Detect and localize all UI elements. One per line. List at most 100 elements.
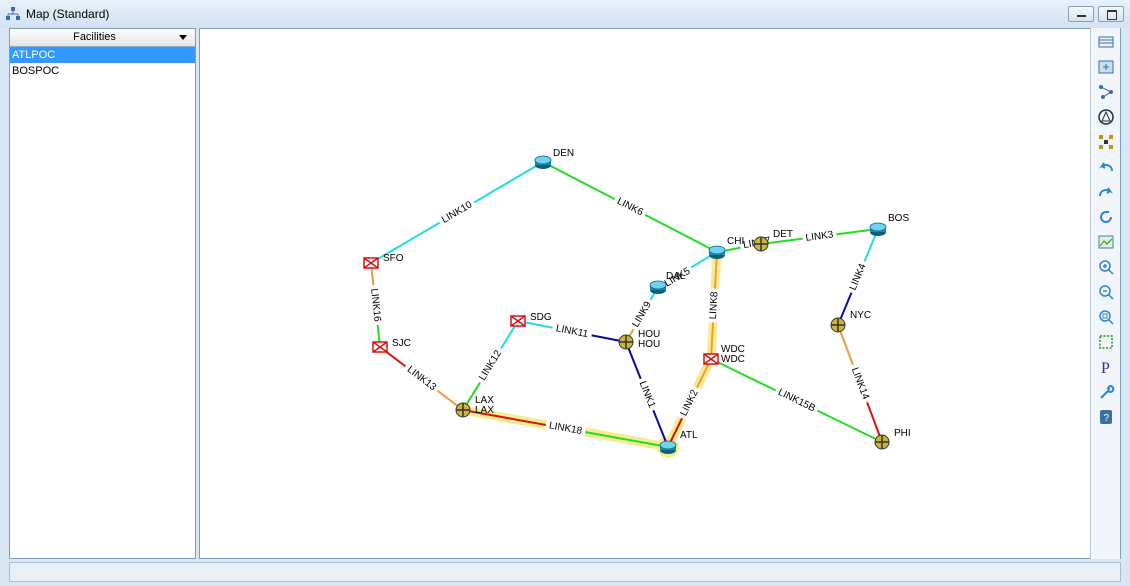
facilities-dropdown[interactable]: Facilities <box>10 29 195 47</box>
link-label: LINK10 <box>436 197 478 228</box>
zoom-in-button[interactable] <box>1097 258 1115 276</box>
map-image-button[interactable] <box>1097 233 1115 251</box>
link-label: LINK3 <box>801 228 838 245</box>
window-title: Map (Standard) <box>26 7 110 21</box>
node-label: ATL <box>680 430 698 441</box>
node-label: DAL <box>666 271 686 282</box>
redo-button[interactable] <box>1097 183 1115 201</box>
node-den[interactable]: DEN <box>534 148 574 169</box>
maximize-button[interactable] <box>1098 6 1124 22</box>
map-window: Map (Standard) Facilities ATLPOC BOSPOC L… <box>0 0 1130 586</box>
link-label-text: LINK2 <box>679 388 701 418</box>
maximize-icon <box>1107 10 1117 20</box>
node-nyc[interactable]: NYC <box>830 310 871 333</box>
node-phi[interactable]: PHI <box>874 428 911 450</box>
zoom-out-icon <box>1099 285 1114 300</box>
node-lax[interactable]: LAXLAX <box>455 395 494 418</box>
status-bar <box>9 562 1121 582</box>
map-canvas[interactable]: LINK10 LINK6 LINK16 LINK13 LINK12 LINK18 LINK1… <box>199 28 1121 559</box>
node-layout-button[interactable] <box>1097 108 1115 126</box>
link-label-text: LINK9 <box>630 299 654 329</box>
help-icon: ? <box>1100 410 1112 424</box>
grid-icon <box>1098 36 1114 48</box>
refresh-button[interactable] <box>1097 208 1115 226</box>
node-atl[interactable]: ATL <box>659 430 698 454</box>
facilities-list: ATLPOC BOSPOC <box>10 47 195 79</box>
zoom-in-icon <box>1099 260 1114 275</box>
link-label: LINK11 <box>551 321 593 342</box>
link-label-text: LINK12 <box>477 348 504 383</box>
link-label: LINK4 <box>845 259 871 295</box>
facilities-panel: Facilities ATLPOC BOSPOC <box>9 28 196 559</box>
link-label-text: LINK4 <box>848 262 869 292</box>
link-label-text: LINK16 <box>368 288 383 323</box>
node-label: SDG <box>530 312 552 323</box>
node-label: DET <box>773 229 793 240</box>
select-region-button[interactable] <box>1097 333 1115 351</box>
network-icon <box>6 7 20 20</box>
map-toolbar: P? <box>1090 28 1120 559</box>
svg-text:P: P <box>1101 360 1110 376</box>
svg-text:?: ? <box>1104 413 1110 424</box>
node-label-secondary: HOU <box>638 339 660 350</box>
facility-item[interactable]: BOSPOC <box>10 63 195 79</box>
facilities-dropdown-label: Facilities <box>73 31 116 43</box>
select-region-icon <box>1099 335 1113 349</box>
link-label: LINK16 <box>367 284 384 326</box>
node-bos[interactable]: BOS <box>869 213 909 236</box>
zoom-out-button[interactable] <box>1097 283 1115 301</box>
link-label: LINK8 <box>707 288 721 323</box>
node-label: DEN <box>553 148 574 159</box>
link-label: LINK1 <box>635 376 659 413</box>
link-label-text: LINK8 <box>708 291 721 320</box>
properties-button[interactable]: P <box>1097 358 1115 377</box>
topology-button[interactable] <box>1097 83 1115 101</box>
help-button[interactable]: ? <box>1097 408 1115 426</box>
fit-view-button[interactable] <box>1097 58 1115 76</box>
node-label: CHI <box>727 236 744 247</box>
link-label-text: LINK1 <box>637 380 658 410</box>
link-label-text: LINK15B <box>776 387 817 415</box>
link-label: LINK14 <box>847 362 873 405</box>
network-map[interactable]: LINK10 LINK6 LINK16 LINK13 LINK12 LINK18 LINK1… <box>200 29 1090 558</box>
minimize-icon <box>1077 15 1086 17</box>
link-label-text: LINK6 <box>615 196 645 219</box>
link-label-text: LINK10 <box>440 199 475 226</box>
link-label-text: LINK11 <box>555 323 590 340</box>
settings-wrench-button[interactable] <box>1097 383 1115 401</box>
link-label-text: LINK14 <box>849 366 871 402</box>
minimize-button[interactable] <box>1068 6 1094 22</box>
link-label-text: LINK3 <box>805 229 834 244</box>
chevron-down-icon <box>179 35 187 40</box>
node-label-secondary: LAX <box>475 405 494 416</box>
link-label-text: LINK13 <box>405 364 439 393</box>
tree-layout-button[interactable] <box>1097 133 1115 151</box>
zoom-fit-icon <box>1099 310 1114 325</box>
tree-layout-icon <box>1099 135 1113 149</box>
undo-button[interactable] <box>1097 158 1115 176</box>
node-label: SFO <box>383 253 404 264</box>
grid-button[interactable] <box>1097 33 1115 51</box>
link-label: LINK13 <box>401 361 442 396</box>
settings-wrench-icon <box>1100 385 1115 399</box>
topology-icon <box>1099 85 1113 99</box>
node-label: SJC <box>392 338 411 349</box>
link-label: LINK2 <box>676 385 703 421</box>
redo-icon <box>1099 187 1113 197</box>
zoom-fit-button[interactable] <box>1097 308 1115 326</box>
link-label: LINK12 <box>474 345 507 386</box>
node-label: NYC <box>850 310 871 321</box>
node-label: BOS <box>888 213 909 224</box>
fit-view-icon <box>1098 60 1114 74</box>
link-label: LINK9 <box>628 296 656 333</box>
map-image-icon <box>1098 235 1114 249</box>
node-sfo[interactable]: SFO <box>363 253 404 269</box>
node-label: PHI <box>894 428 911 439</box>
node-hou[interactable]: HOUHOU <box>618 329 660 350</box>
properties-icon: P <box>1101 360 1110 377</box>
facility-item[interactable]: ATLPOC <box>10 47 195 63</box>
link-label: LINK6 <box>612 193 648 221</box>
link-label: LINK15B <box>773 385 820 416</box>
title-bar[interactable]: Map (Standard) <box>0 0 1130 28</box>
node-layout-icon <box>1098 109 1114 125</box>
